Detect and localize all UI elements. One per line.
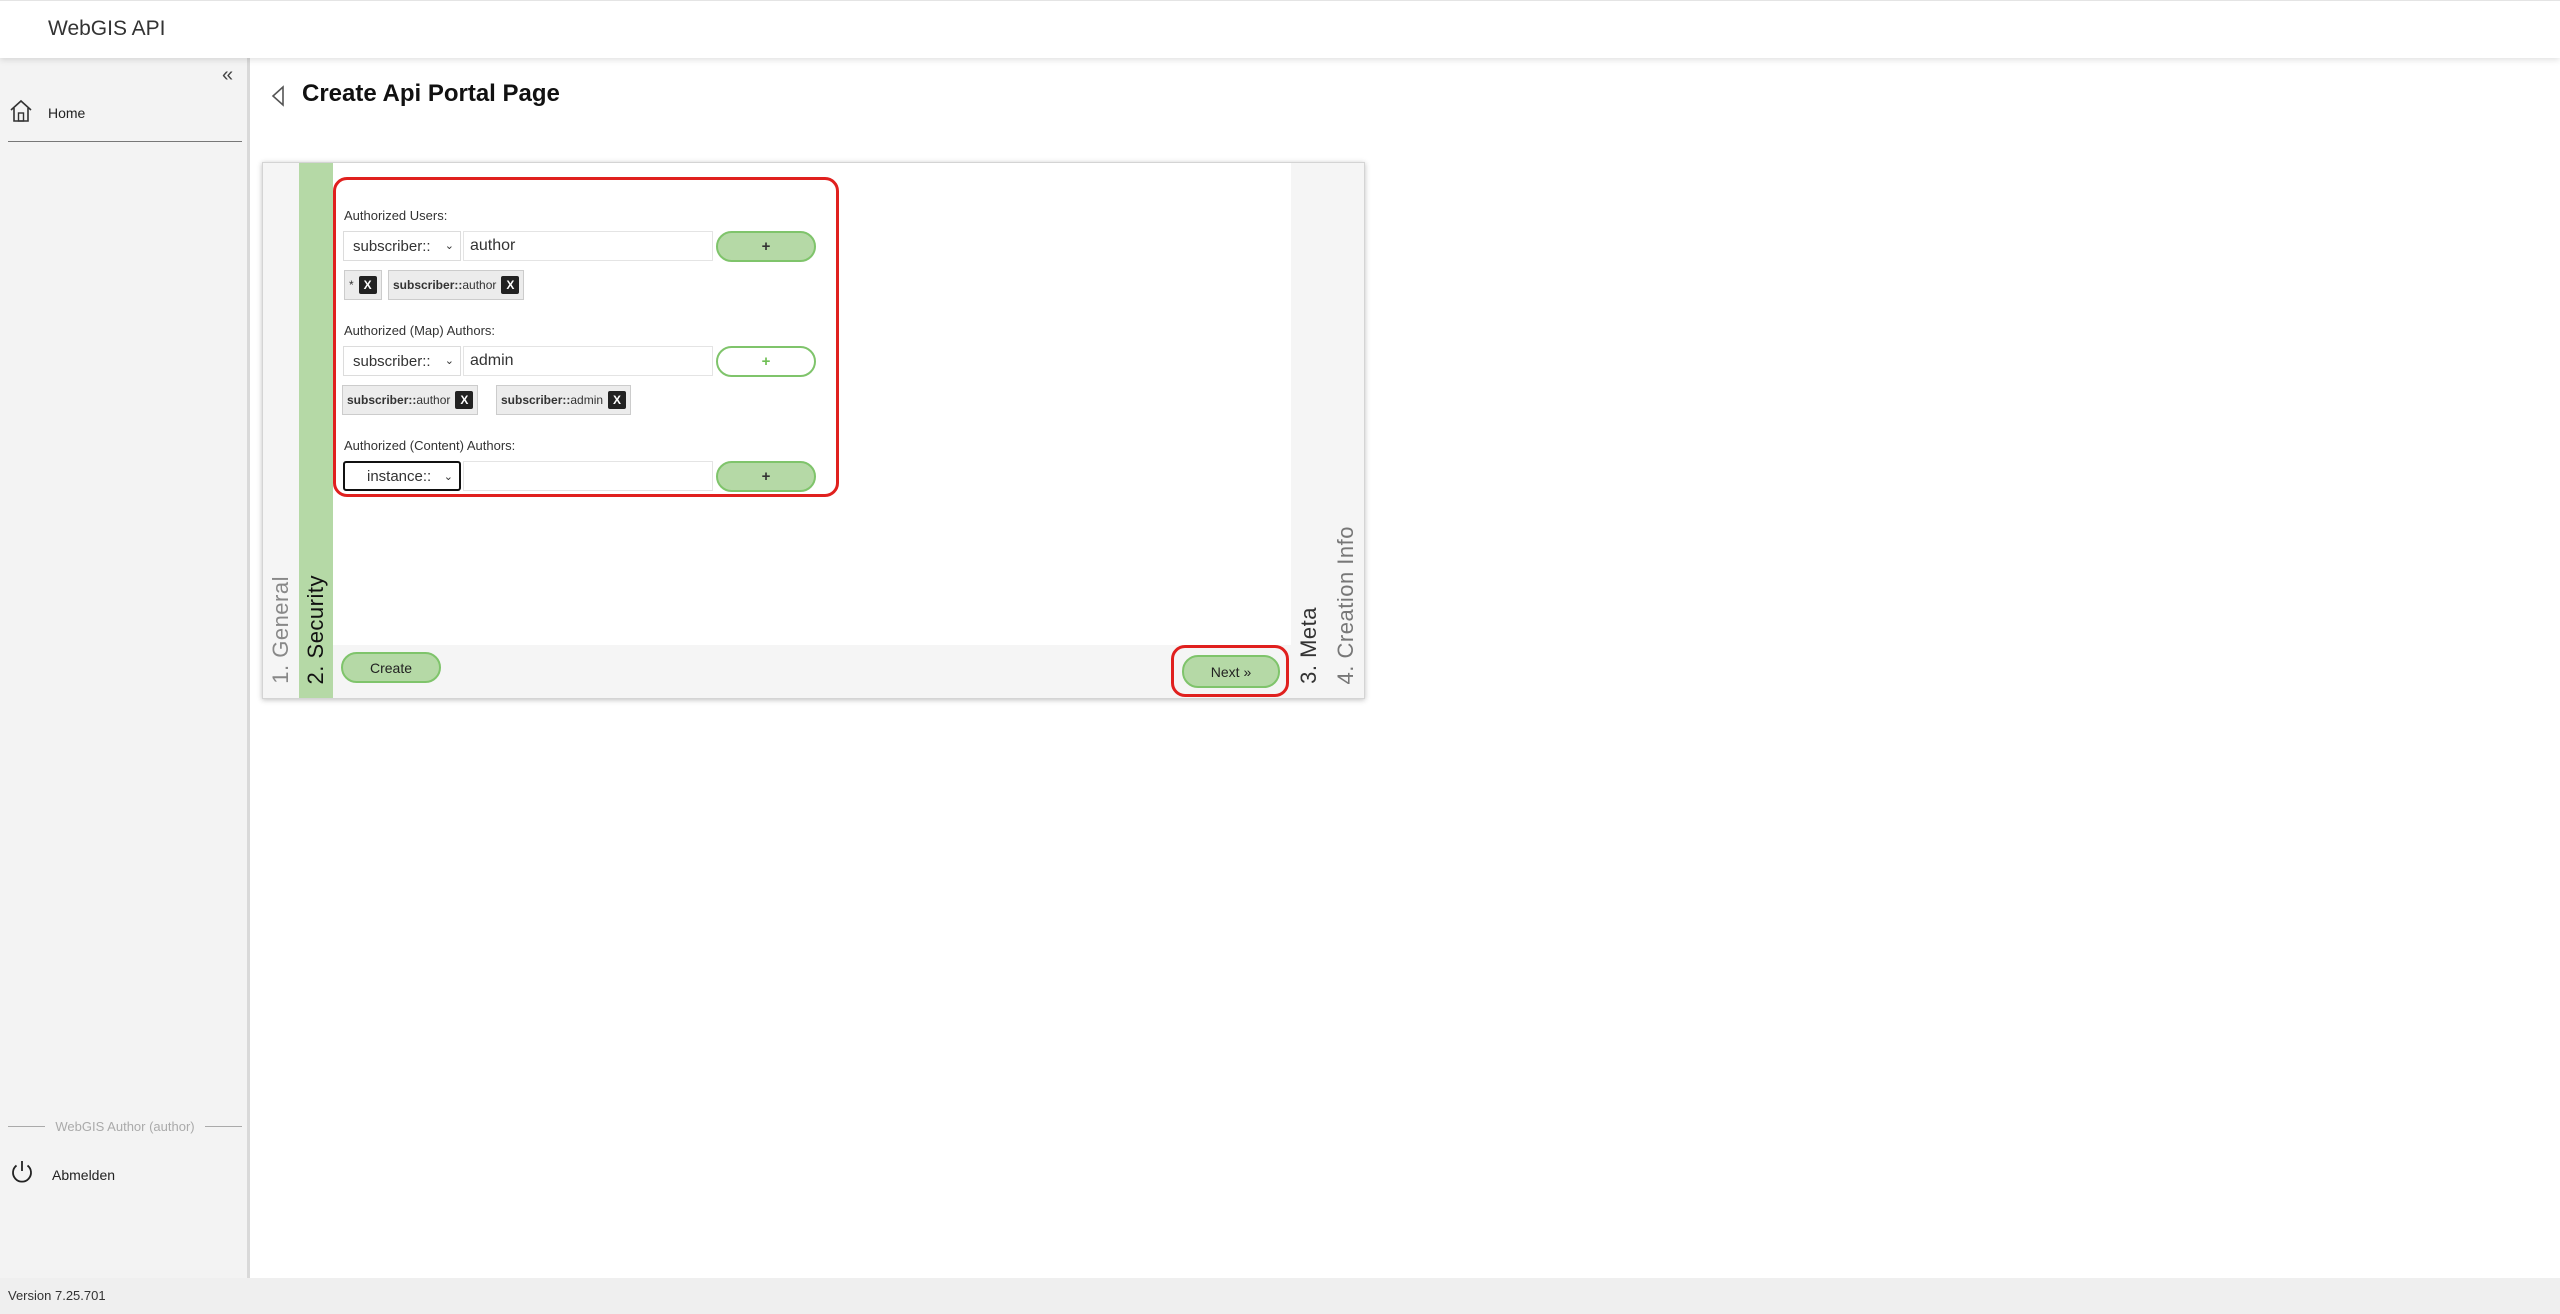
sidebar-divider	[8, 141, 242, 142]
remove-chip-button[interactable]: X	[455, 391, 474, 409]
collapse-sidebar-button[interactable]: «	[222, 64, 233, 87]
create-wizard: 1. General 2. Security Authorized Users:…	[262, 162, 1365, 699]
tab-security[interactable]: 2. Security	[299, 163, 333, 698]
map-author-chip: subscriber:: author X	[342, 385, 479, 415]
map-author-chip: subscriber:: admin X	[496, 385, 632, 415]
tab-label: 2. Security	[303, 574, 328, 684]
tab-creation-info[interactable]: 4. Creation Info	[1327, 163, 1364, 698]
remove-chip-button[interactable]: X	[608, 391, 627, 409]
add-authorized-user-button[interactable]: +	[716, 231, 816, 262]
map-authors-input[interactable]: admin	[463, 346, 713, 376]
authorized-users-select[interactable]: subscriber:: ⌄	[343, 231, 461, 261]
chevron-down-icon: ⌄	[444, 240, 454, 252]
chevron-down-icon: ⌄	[443, 471, 453, 483]
add-content-author-button[interactable]: +	[716, 461, 816, 492]
sidebar-item-home[interactable]: Home	[8, 98, 238, 128]
logout-label: Abmelden	[52, 1166, 116, 1183]
content-authors-label: Authorized (Content) Authors:	[344, 438, 516, 453]
remove-chip-button[interactable]: X	[358, 276, 377, 294]
logout-button[interactable]: Abmelden	[8, 1158, 115, 1191]
page-title: Create Api Portal Page	[302, 80, 560, 107]
tab-general[interactable]: 1. General	[263, 163, 299, 698]
authorized-user-chip: * X	[344, 270, 382, 300]
map-authors-select[interactable]: subscriber:: ⌄	[343, 346, 461, 376]
current-user: WebGIS Author (author)	[8, 1119, 242, 1134]
security-form: Authorized Users: subscriber:: ⌄ author …	[333, 177, 839, 497]
home-icon	[8, 98, 34, 129]
content-authors-input[interactable]	[463, 461, 713, 491]
version-label: Version 7.25.701	[8, 1288, 106, 1303]
tab-meta[interactable]: 3. Meta	[1291, 163, 1327, 698]
security-panel: Authorized Users: subscriber:: ⌄ author …	[333, 163, 1291, 698]
authorized-user-chip: subscriber:: author X	[388, 270, 525, 300]
app-header: WebGIS API	[0, 0, 2560, 58]
chevron-down-icon: ⌄	[444, 355, 454, 367]
sidebar: « Home WebGIS Author (author) Abmelden	[0, 58, 250, 1278]
create-button[interactable]: Create	[341, 652, 441, 683]
tab-label: 3. Meta	[1296, 607, 1321, 684]
app-title: WebGIS API	[48, 17, 166, 40]
content-authors-select[interactable]: instance:: ⌄	[343, 461, 461, 491]
wizard-footer: Create Next »	[333, 645, 1291, 698]
map-authors-label: Authorized (Map) Authors:	[344, 323, 496, 338]
tab-label: 1. General	[268, 576, 293, 684]
next-button[interactable]: Next »	[1182, 655, 1280, 688]
current-user-label: WebGIS Author (author)	[55, 1119, 195, 1134]
power-icon	[8, 1158, 36, 1191]
tab-label: 4. Creation Info	[1332, 525, 1358, 684]
next-highlight: Next »	[1171, 645, 1289, 697]
sidebar-item-label: Home	[48, 105, 86, 121]
status-footer: Version 7.25.701	[0, 1278, 2560, 1314]
authorized-users-input[interactable]: author	[463, 231, 713, 261]
authorized-users-label: Authorized Users:	[344, 208, 448, 223]
add-map-author-button[interactable]: +	[716, 346, 816, 377]
back-icon[interactable]	[268, 84, 288, 113]
remove-chip-button[interactable]: X	[501, 276, 520, 294]
